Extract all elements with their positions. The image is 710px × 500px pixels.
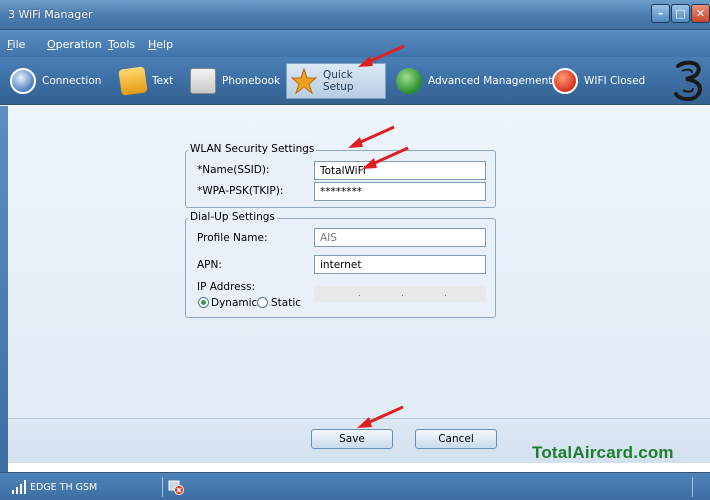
menu-file[interactable]: File: [7, 38, 25, 51]
save-button[interactable]: Save: [311, 429, 393, 449]
menu-tools[interactable]: Tools: [108, 38, 135, 51]
signal-strength-icon: [12, 480, 26, 494]
wlan-security-legend: WLAN Security Settings: [188, 143, 317, 155]
ip-dot-3: .: [444, 289, 447, 299]
cancel-button[interactable]: Cancel: [415, 429, 497, 449]
status-separator-right: [692, 477, 693, 497]
apn-label: APN:: [197, 259, 222, 271]
brand-3-logo: [674, 60, 702, 102]
window-title: 3 WiFi Manager: [8, 8, 93, 21]
menu-file-rest: ile: [12, 38, 26, 51]
static-radio-label: Static: [271, 297, 302, 309]
wifi-manager-window: 3 WiFi Manager – □ ✕ File Operation Tool…: [0, 0, 710, 500]
annotation-arrow-psk: [362, 146, 409, 169]
annotation-arrow-quick-setup: [358, 44, 405, 67]
profile-name-label: Profile Name:: [197, 232, 268, 244]
dialup-group: Dial-Up Settings Profile Name: AIS APN: …: [185, 211, 496, 318]
wlan-security-group: WLAN Security Settings *Name(SSID): Tota…: [185, 143, 496, 208]
minimize-button[interactable]: –: [651, 4, 670, 23]
toolbar-text-label: Text: [152, 75, 174, 87]
envelope-icon: [118, 66, 148, 96]
toolbar-connection[interactable]: Connection: [10, 63, 101, 99]
profile-name-input[interactable]: AIS: [314, 228, 486, 247]
network-status-text: EDGE TH GSM: [30, 482, 98, 493]
toolbar-advanced-management[interactable]: Advanced Management: [396, 63, 552, 99]
close-icon: ✕: [695, 7, 706, 20]
quick-setup-panel: WLAN Security Settings *Name(SSID): Tota…: [8, 106, 710, 418]
menu-operation-accel: O: [47, 38, 56, 51]
ip-address-input: . . .: [314, 286, 486, 302]
menu-operation[interactable]: Operation: [47, 38, 102, 51]
menu-help-rest: elp: [156, 38, 174, 51]
toolbar-quick-setup-label: Quick Setup: [323, 69, 354, 93]
toolbar-connection-label: Connection: [42, 75, 102, 87]
menu-help[interactable]: Help: [148, 38, 173, 51]
menu-operation-rest: peration: [55, 38, 102, 51]
phonebook-icon: [190, 68, 216, 94]
status-bar: EDGE TH GSM: [0, 472, 710, 500]
connection-icon: [10, 68, 36, 94]
apn-input[interactable]: internet: [314, 255, 486, 274]
toolbar-wifi-label: WIFI Closed: [584, 75, 646, 87]
menu-tools-rest: ools: [112, 38, 136, 51]
menu-bar: File Operation Tools Help: [0, 30, 710, 57]
ssid-label: *Name(SSID):: [197, 164, 270, 176]
toolbar-wifi-closed[interactable]: WIFI Closed: [552, 63, 645, 99]
toolbar: Connection Text Phonebook Quick Setup Ad…: [0, 57, 710, 105]
minimize-icon: –: [657, 7, 664, 20]
window-left-edge: [0, 106, 8, 472]
ip-address-label: IP Address:: [197, 281, 256, 293]
static-radio[interactable]: [257, 297, 268, 308]
psk-label: *WPA-PSK(TKIP):: [197, 185, 284, 197]
star-icon: [290, 67, 318, 95]
title-bar: 3 WiFi Manager – □ ✕: [0, 0, 710, 30]
totalaircard-watermark: TotalAircard.com: [532, 443, 674, 462]
ip-dot-1: .: [358, 289, 361, 299]
globe-star-icon: [396, 68, 422, 94]
status-separator: [162, 477, 163, 497]
dynamic-radio[interactable]: [198, 297, 209, 308]
close-button[interactable]: ✕: [691, 4, 710, 23]
toolbar-phonebook[interactable]: Phonebook: [190, 63, 280, 99]
maximize-button[interactable]: □: [671, 4, 690, 23]
power-icon: [552, 68, 578, 94]
toolbar-phonebook-label: Phonebook: [222, 75, 281, 87]
toolbar-text[interactable]: Text: [118, 63, 174, 99]
annotation-arrow-save: [357, 405, 404, 428]
ip-dot-2: .: [401, 289, 404, 299]
dialup-legend: Dial-Up Settings: [188, 211, 277, 223]
toolbar-quick-setup[interactable]: Quick Setup: [286, 63, 386, 99]
psk-input[interactable]: ********: [314, 182, 486, 201]
dynamic-radio-label: Dynamic: [211, 297, 258, 309]
maximize-icon: □: [675, 7, 686, 20]
disconnected-icon: [168, 480, 184, 495]
toolbar-advanced-label: Advanced Management: [428, 75, 553, 87]
